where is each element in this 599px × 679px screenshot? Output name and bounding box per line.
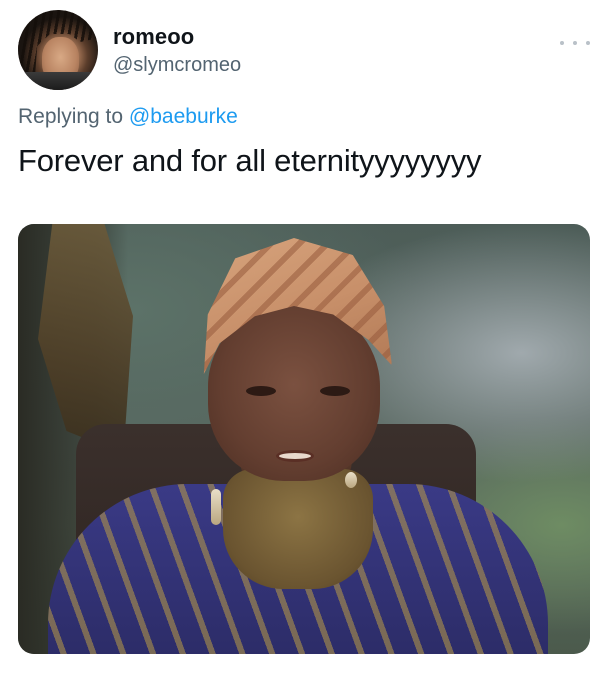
image-earring-right xyxy=(345,472,357,488)
image-left-eye xyxy=(246,386,276,396)
image-earring-left xyxy=(211,489,221,525)
replying-to-line: Replying to @baeburke xyxy=(18,105,238,129)
more-dot xyxy=(573,41,577,45)
reply-mention-link[interactable]: @baeburke xyxy=(129,105,238,128)
author-handle[interactable]: @slymcromeo xyxy=(113,54,241,77)
replying-to-label: Replying to xyxy=(18,105,124,128)
tweet-text: Forever and for all eternityyyyyyyy xyxy=(18,143,482,178)
avatar-shirt xyxy=(18,72,98,90)
user-avatar[interactable] xyxy=(18,10,98,90)
image-mouth xyxy=(276,450,314,462)
more-dot xyxy=(560,41,564,45)
tweet-media-image[interactable] xyxy=(18,224,590,654)
image-right-eye xyxy=(320,386,350,396)
more-dot xyxy=(586,41,590,45)
author-display-name[interactable]: romeoo xyxy=(113,24,194,50)
more-options-icon[interactable] xyxy=(560,36,590,50)
